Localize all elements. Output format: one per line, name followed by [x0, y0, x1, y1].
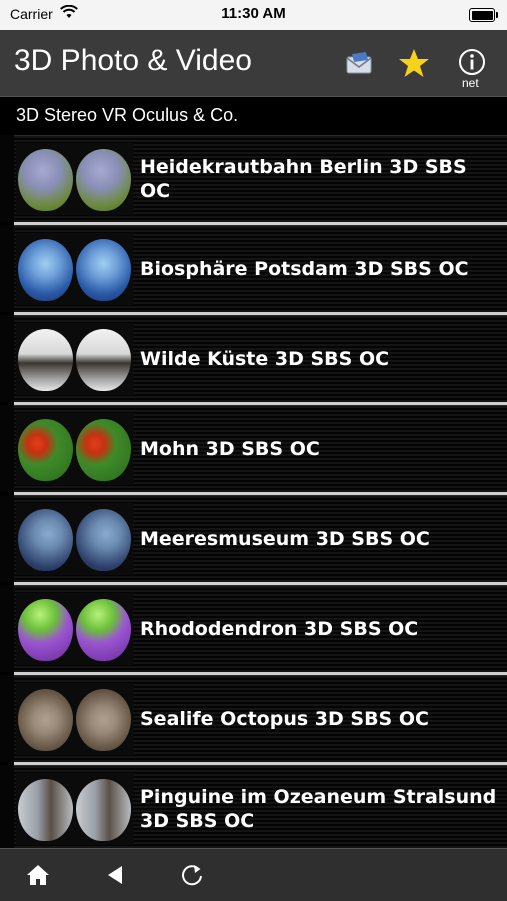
left-lens-image — [18, 599, 73, 661]
list-item-label: Pinguine im Ozeaneum Stralsund 3D SBS OC — [140, 785, 497, 832]
stereo-thumbnail — [16, 683, 133, 755]
section-header-label: 3D Stereo VR Oculus & Co. — [16, 105, 239, 125]
list-item[interactable]: Meeresmuseum 3D SBS OC — [0, 495, 507, 585]
info-net-label: net — [462, 76, 479, 90]
right-lens-image — [76, 689, 131, 751]
list-item-label: Meeresmuseum 3D SBS OC — [140, 527, 430, 550]
bottom-toolbar — [0, 848, 507, 901]
left-lens-image — [18, 779, 73, 841]
left-lens-image — [18, 419, 73, 481]
right-lens-image — [76, 329, 131, 391]
list-item-label: Biosphäre Potsdam 3D SBS OC — [140, 257, 469, 280]
left-lens-image — [18, 329, 73, 391]
right-lens-image — [76, 599, 131, 661]
list-item[interactable]: Rhododendron 3D SBS OC — [0, 585, 507, 675]
stereo-thumbnail — [16, 503, 133, 575]
info-icon[interactable] — [458, 48, 488, 78]
page-title: 3D Photo & Video — [14, 44, 252, 77]
right-lens-image — [76, 779, 131, 841]
list-item-label: Wilde Küste 3D SBS OC — [140, 347, 390, 370]
star-icon[interactable] — [398, 48, 429, 78]
mail-icon[interactable] — [344, 48, 374, 78]
list-item-label: Sealife Octopus 3D SBS OC — [140, 707, 429, 730]
list-item[interactable]: Mohn 3D SBS OC — [0, 405, 507, 495]
home-icon[interactable] — [24, 861, 52, 889]
right-lens-image — [76, 509, 131, 571]
left-lens-image — [18, 149, 73, 211]
list-item-label: Rhododendron 3D SBS OC — [140, 617, 419, 640]
left-lens-image — [18, 689, 73, 751]
back-icon[interactable] — [102, 861, 130, 889]
list-item[interactable]: Sealife Octopus 3D SBS OC — [0, 675, 507, 765]
list-item[interactable]: Heidekrautbahn Berlin 3D SBS OC — [0, 135, 507, 225]
left-lens-image — [18, 509, 73, 571]
list-item-label: Mohn 3D SBS OC — [140, 437, 320, 460]
right-lens-image — [76, 419, 131, 481]
list-item[interactable]: Wilde Küste 3D SBS OC — [0, 315, 507, 405]
list-item[interactable]: Biosphäre Potsdam 3D SBS OC — [0, 225, 507, 315]
stereo-thumbnail — [16, 323, 133, 395]
stereo-thumbnail — [16, 143, 133, 215]
left-lens-image — [18, 239, 73, 301]
list-item[interactable]: Pinguine im Ozeaneum Stralsund 3D SBS OC — [0, 765, 507, 855]
refresh-icon[interactable] — [178, 861, 206, 889]
clock: 11:30 AM — [221, 5, 286, 22]
status-bar: Carrier 11:30 AM — [0, 0, 507, 30]
stereo-thumbnail — [16, 233, 133, 305]
right-lens-image — [76, 239, 131, 301]
stereo-thumbnail — [16, 413, 133, 485]
list-item-label: Heidekrautbahn Berlin 3D SBS OC — [140, 155, 467, 202]
section-header: 3D Stereo VR Oculus & Co. — [0, 97, 507, 127]
right-lens-image — [76, 149, 131, 211]
battery-icon — [469, 8, 498, 22]
stereo-thumbnail — [16, 593, 133, 665]
stereo-thumbnail — [16, 773, 133, 845]
navigation-bar: 3D Photo & Video net — [0, 30, 507, 97]
